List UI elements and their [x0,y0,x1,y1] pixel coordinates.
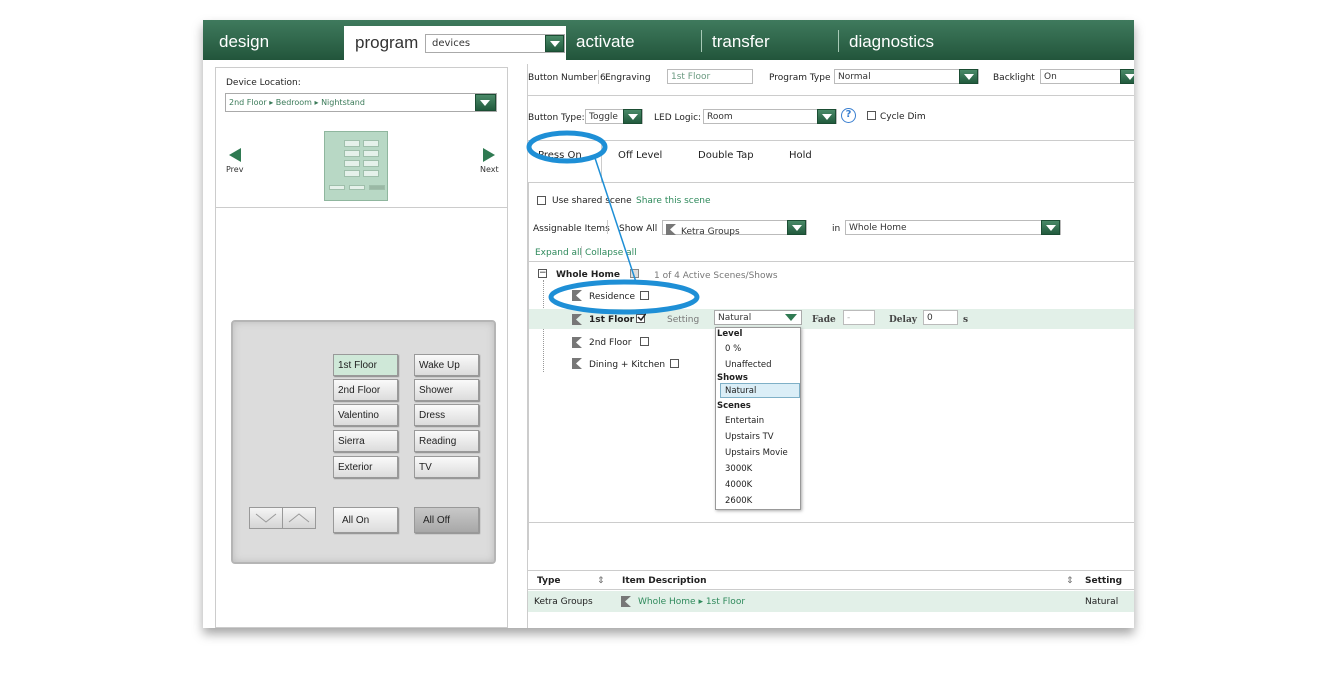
annotation-ellipse-1st-floor [548,279,700,315]
annotation-ellipse-press-on [526,130,608,164]
annotation-line [594,157,637,283]
annotation-overlay [526,130,700,315]
